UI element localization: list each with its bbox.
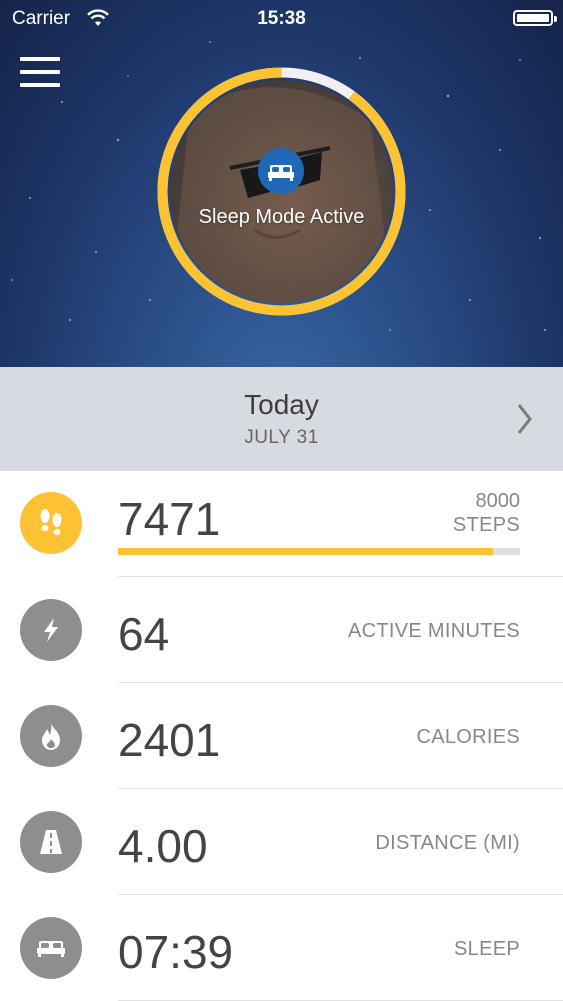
footprints-icon bbox=[20, 492, 82, 554]
bed-icon bbox=[20, 917, 82, 979]
battery-icon bbox=[513, 10, 557, 26]
status-bar: Carrier 15:38 bbox=[0, 0, 563, 38]
sleep-mode-label: Sleep Mode Active bbox=[198, 206, 365, 228]
date-subtitle: JULY 31 bbox=[244, 427, 319, 448]
distance-value: 4.00 bbox=[118, 820, 208, 872]
lightning-icon bbox=[20, 599, 82, 661]
stat-row-sleep[interactable]: 07:39 SLEEP bbox=[0, 895, 563, 1001]
chevron-right-icon bbox=[517, 404, 532, 434]
sleep-value: 07:39 bbox=[118, 926, 234, 978]
stat-row-steps[interactable]: 7471 8000 STEPS bbox=[0, 471, 563, 577]
calories-label: CALORIES bbox=[416, 726, 520, 748]
date-bar: Today JULY 31 bbox=[0, 367, 563, 471]
calories-value: 2401 bbox=[118, 714, 221, 766]
distance-label: DISTANCE (MI) bbox=[375, 832, 520, 854]
active-minutes-label: ACTIVE MINUTES bbox=[348, 620, 520, 642]
sleep-label: SLEEP bbox=[454, 938, 520, 960]
date-title: Today bbox=[244, 389, 319, 420]
stat-row-calories[interactable]: 2401 CALORIES bbox=[0, 683, 563, 789]
stat-row-distance[interactable]: 4.00 DISTANCE (MI) bbox=[0, 789, 563, 895]
bed-icon bbox=[268, 165, 294, 181]
steps-goal: 8000 bbox=[475, 490, 521, 512]
active-minutes-value: 64 bbox=[118, 608, 170, 660]
steps-value: 7471 bbox=[118, 493, 221, 545]
steps-progress-bar bbox=[118, 548, 520, 555]
next-day-button[interactable] bbox=[510, 399, 540, 439]
clock: 15:38 bbox=[257, 8, 306, 29]
menu-button[interactable] bbox=[20, 55, 60, 89]
sleep-mode-badge[interactable] bbox=[258, 148, 304, 194]
header-hero: Carrier 15:38 Sleep Mode Active bbox=[0, 0, 563, 367]
steps-label: STEPS bbox=[452, 514, 520, 536]
road-icon bbox=[20, 811, 82, 873]
flame-icon bbox=[20, 705, 82, 767]
stat-row-active-minutes[interactable]: 64 ACTIVE MINUTES bbox=[0, 577, 563, 683]
